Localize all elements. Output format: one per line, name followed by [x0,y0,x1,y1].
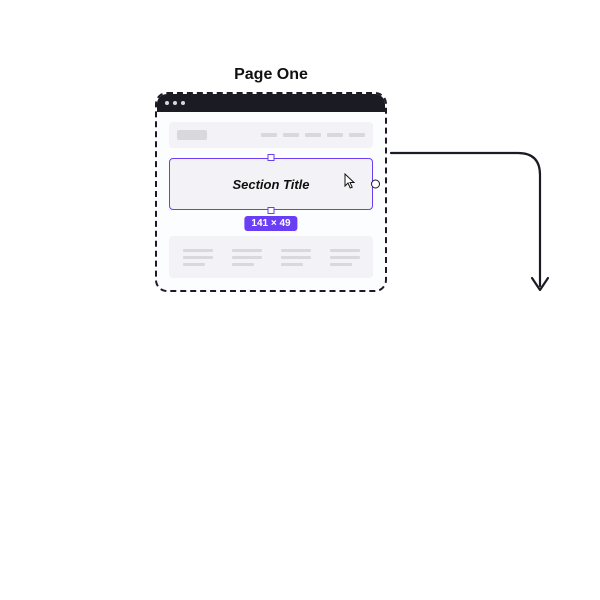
section-title-text: Section Title [232,177,309,192]
nav-placeholder [283,133,299,137]
page-frame: Section Title 141 × 49 [155,92,387,292]
text-column [281,249,311,266]
text-placeholder [232,256,262,259]
text-placeholder [183,263,205,266]
text-column [232,249,262,266]
resize-handle-top[interactable] [268,154,275,161]
page-content: Section Title 141 × 49 [157,112,385,290]
cursor-icon [344,173,356,189]
footer-panel [169,236,373,278]
text-column [183,249,213,266]
window-title-bar [157,94,385,112]
text-placeholder [281,256,311,259]
window-dot-icon [181,101,185,105]
text-placeholder [281,263,303,266]
text-placeholder [183,256,213,259]
text-placeholder [330,256,360,259]
link-connector-dot[interactable] [371,180,380,189]
connector-arrow [388,150,553,300]
text-placeholder [281,249,311,252]
selected-section[interactable]: Section Title 141 × 49 [169,158,373,210]
text-placeholder [330,263,352,266]
nav-placeholder [349,133,365,137]
nav-placeholder [327,133,343,137]
dimensions-badge: 141 × 49 [244,216,297,231]
nav-placeholder-group [261,133,365,137]
window-dot-icon [173,101,177,105]
header-panel [169,122,373,148]
text-placeholder [183,249,213,252]
resize-handle-bottom[interactable] [268,207,275,214]
text-placeholder [232,249,262,252]
window-dot-icon [165,101,169,105]
logo-placeholder [177,130,207,140]
nav-placeholder [261,133,277,137]
text-column [330,249,360,266]
page-label: Page One [155,66,387,84]
text-placeholder [330,249,360,252]
nav-placeholder [305,133,321,137]
text-placeholder [232,263,254,266]
